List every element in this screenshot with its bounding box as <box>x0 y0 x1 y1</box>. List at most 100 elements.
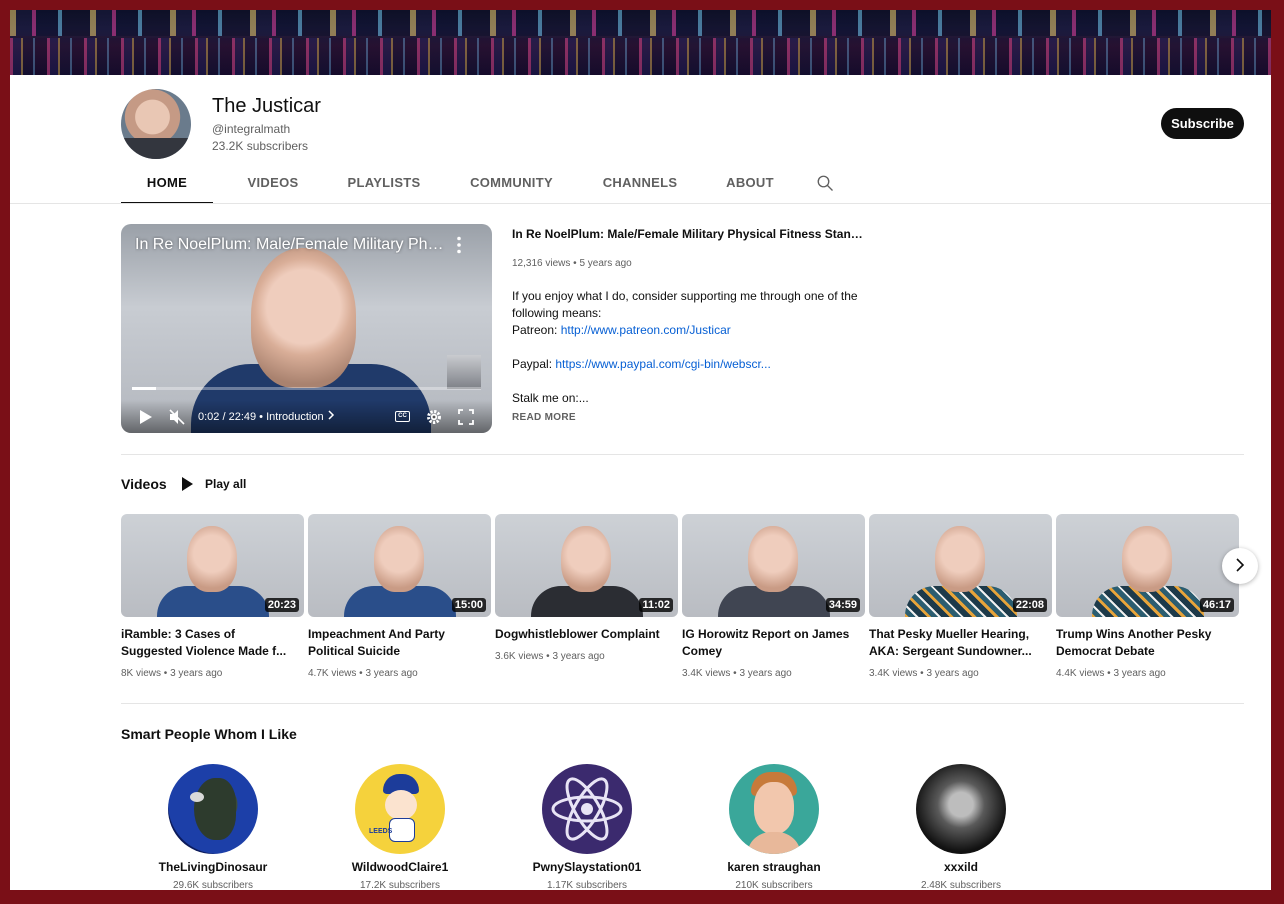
channel-avatar[interactable] <box>121 89 191 159</box>
channel-subscriber-count: 29.6K subscribers <box>172 880 254 890</box>
video-meta: 8K views • 3 years ago <box>121 668 222 679</box>
tab-playlists[interactable]: PLAYLISTS <box>336 170 432 204</box>
video-title[interactable]: IG Horowitz Report on James Comey <box>682 626 857 660</box>
player-controls: 0:02 / 22:49 • Introduction CC <box>121 400 492 433</box>
meta-separator: • <box>733 668 737 679</box>
mute-icon[interactable] <box>169 409 185 425</box>
video-thumbnail[interactable]: 11:02 <box>495 514 678 617</box>
channel-subscriber-count: 210K subscribers <box>735 880 813 890</box>
upload-age: 3 years ago <box>552 651 605 662</box>
meta-separator: • <box>573 258 577 269</box>
tab-about[interactable]: ABOUT <box>717 170 783 204</box>
settings-gear-icon[interactable] <box>426 409 442 425</box>
play-all-label: Play all <box>205 477 247 491</box>
featured-video-meta: 12,316 views • 5 years ago <box>512 258 632 269</box>
featured-video-title[interactable]: In Re NoelPlum: Male/Female Military Phy… <box>512 227 864 241</box>
upload-age: 3 years ago <box>170 668 223 679</box>
section-divider <box>121 454 1244 455</box>
play-icon <box>182 477 193 491</box>
upload-age: 5 years ago <box>579 258 632 269</box>
video-duration: 34:59 <box>825 598 860 612</box>
subscribe-button[interactable]: Subscribe <box>1161 108 1244 139</box>
video-meta: 4.4K views • 3 years ago <box>1056 668 1166 679</box>
view-count: 4.7K views <box>308 668 357 679</box>
tab-home[interactable]: HOME <box>121 170 213 204</box>
thumbnail-person-face <box>1122 526 1172 592</box>
meta-separator: • <box>1107 668 1111 679</box>
channel-name[interactable]: WildwoodClaire1 <box>310 860 490 874</box>
section-divider <box>121 703 1244 704</box>
fullscreen-icon[interactable] <box>458 409 474 425</box>
shelf-next-button[interactable] <box>1222 548 1258 584</box>
chapter-label[interactable]: Introduction <box>266 411 323 423</box>
channel-name[interactable]: TheLivingDinosaur <box>123 860 303 874</box>
banner-water-reflection <box>10 38 1271 75</box>
player-progress-bar[interactable] <box>132 387 481 390</box>
video-meta: 3.4K views • 3 years ago <box>869 668 979 679</box>
meta-separator: • <box>359 668 363 679</box>
video-title[interactable]: That Pesky Mueller Hearing, AKA: Sergean… <box>869 626 1044 660</box>
featured-video-description: If you enjoy what I do, consider support… <box>512 288 864 407</box>
player-timecode: 0:02 / 22:49 • Introduction <box>198 410 335 423</box>
video-duration: 11:02 <box>639 598 673 612</box>
patreon-label: Patreon: <box>512 323 561 337</box>
video-title[interactable]: iRamble: 3 Cases of Suggested Violence M… <box>121 626 296 660</box>
video-title[interactable]: Dogwhistleblower Complaint <box>495 626 670 643</box>
channel-avatar-atom[interactable] <box>542 764 632 854</box>
player-progress-fill <box>132 387 157 390</box>
video-meta: 3.4K views • 3 years ago <box>682 668 792 679</box>
chevron-right-icon <box>1236 557 1245 572</box>
player-frame-person-face <box>251 248 356 388</box>
channel-name[interactable]: xxxild <box>871 860 1051 874</box>
video-meta: 3.6K views • 3 years ago <box>495 651 605 662</box>
channel-subscriber-count: 2.48K subscribers <box>920 880 1002 890</box>
chevron-right-icon[interactable] <box>327 410 335 420</box>
search-icon[interactable] <box>816 174 834 192</box>
tab-channels[interactable]: CHANNELS <box>593 170 687 204</box>
patreon-link[interactable]: http://www.patreon.com/Justicar <box>561 323 731 337</box>
video-thumbnail[interactable]: 20:23 <box>121 514 304 617</box>
meta-separator: • <box>163 668 168 679</box>
meta-separator: • <box>259 411 264 423</box>
channel-avatar-parrot[interactable] <box>168 764 258 854</box>
description-more-text: Stalk me on:... <box>512 391 589 405</box>
channels-section-title: Smart People Whom I Like <box>121 726 297 742</box>
videos-section-title[interactable]: Videos <box>121 476 167 492</box>
channel-name[interactable]: karen straughan <box>684 860 864 874</box>
view-count: 12,316 views <box>512 258 571 269</box>
video-title[interactable]: Trump Wins Another Pesky Democrat Debate <box>1056 626 1231 660</box>
tab-videos[interactable]: VIDEOS <box>231 170 315 204</box>
video-thumbnail[interactable]: 34:59 <box>682 514 865 617</box>
more-options-icon[interactable] <box>455 236 463 254</box>
video-title[interactable]: Impeachment And Party Political Suicide <box>308 626 483 660</box>
read-more-button[interactable]: READ MORE <box>512 412 576 423</box>
player-title-overlay[interactable]: In Re NoelPlum: Male/Female Military Phy… <box>135 236 445 254</box>
banner-city-lights <box>10 10 1271 36</box>
tab-community[interactable]: COMMUNITY <box>460 170 563 204</box>
atom-icon <box>551 777 623 841</box>
thumbnail-person-face <box>561 526 611 592</box>
meta-separator: • <box>920 668 924 679</box>
featured-video-player[interactable]: In Re NoelPlum: Male/Female Military Phy… <box>121 224 492 433</box>
video-duration: 46:17 <box>1199 598 1234 612</box>
description-text: If you enjoy what I do, consider support… <box>512 289 858 320</box>
video-thumbnail[interactable]: 15:00 <box>308 514 491 617</box>
video-thumbnail[interactable]: 46:17 <box>1056 514 1239 617</box>
player-end-card-thumbnail[interactable] <box>447 355 481 389</box>
video-meta: 4.7K views • 3 years ago <box>308 668 418 679</box>
play-icon[interactable] <box>139 409 153 425</box>
channel-subscriber-count: 17.2K subscribers <box>359 880 441 890</box>
captions-icon[interactable]: CC <box>395 411 410 422</box>
channel-handle: @integralmath <box>212 122 291 136</box>
view-count: 4.4K views <box>1056 668 1105 679</box>
tabs-divider <box>10 203 1271 204</box>
paypal-label: Paypal: <box>512 357 556 371</box>
channel-avatar-portrait[interactable] <box>729 764 819 854</box>
paypal-link[interactable]: https://www.paypal.com/cgi-bin/webscr... <box>555 357 770 371</box>
channel-avatar-cartoon[interactable]: LEEDS <box>355 764 445 854</box>
channel-name[interactable]: PwnySlaystation01 <box>497 860 677 874</box>
video-thumbnail[interactable]: 22:08 <box>869 514 1052 617</box>
upload-age: 3 years ago <box>739 668 792 679</box>
channel-avatar-bw-portrait[interactable] <box>916 764 1006 854</box>
thumbnail-person-face <box>748 526 798 592</box>
